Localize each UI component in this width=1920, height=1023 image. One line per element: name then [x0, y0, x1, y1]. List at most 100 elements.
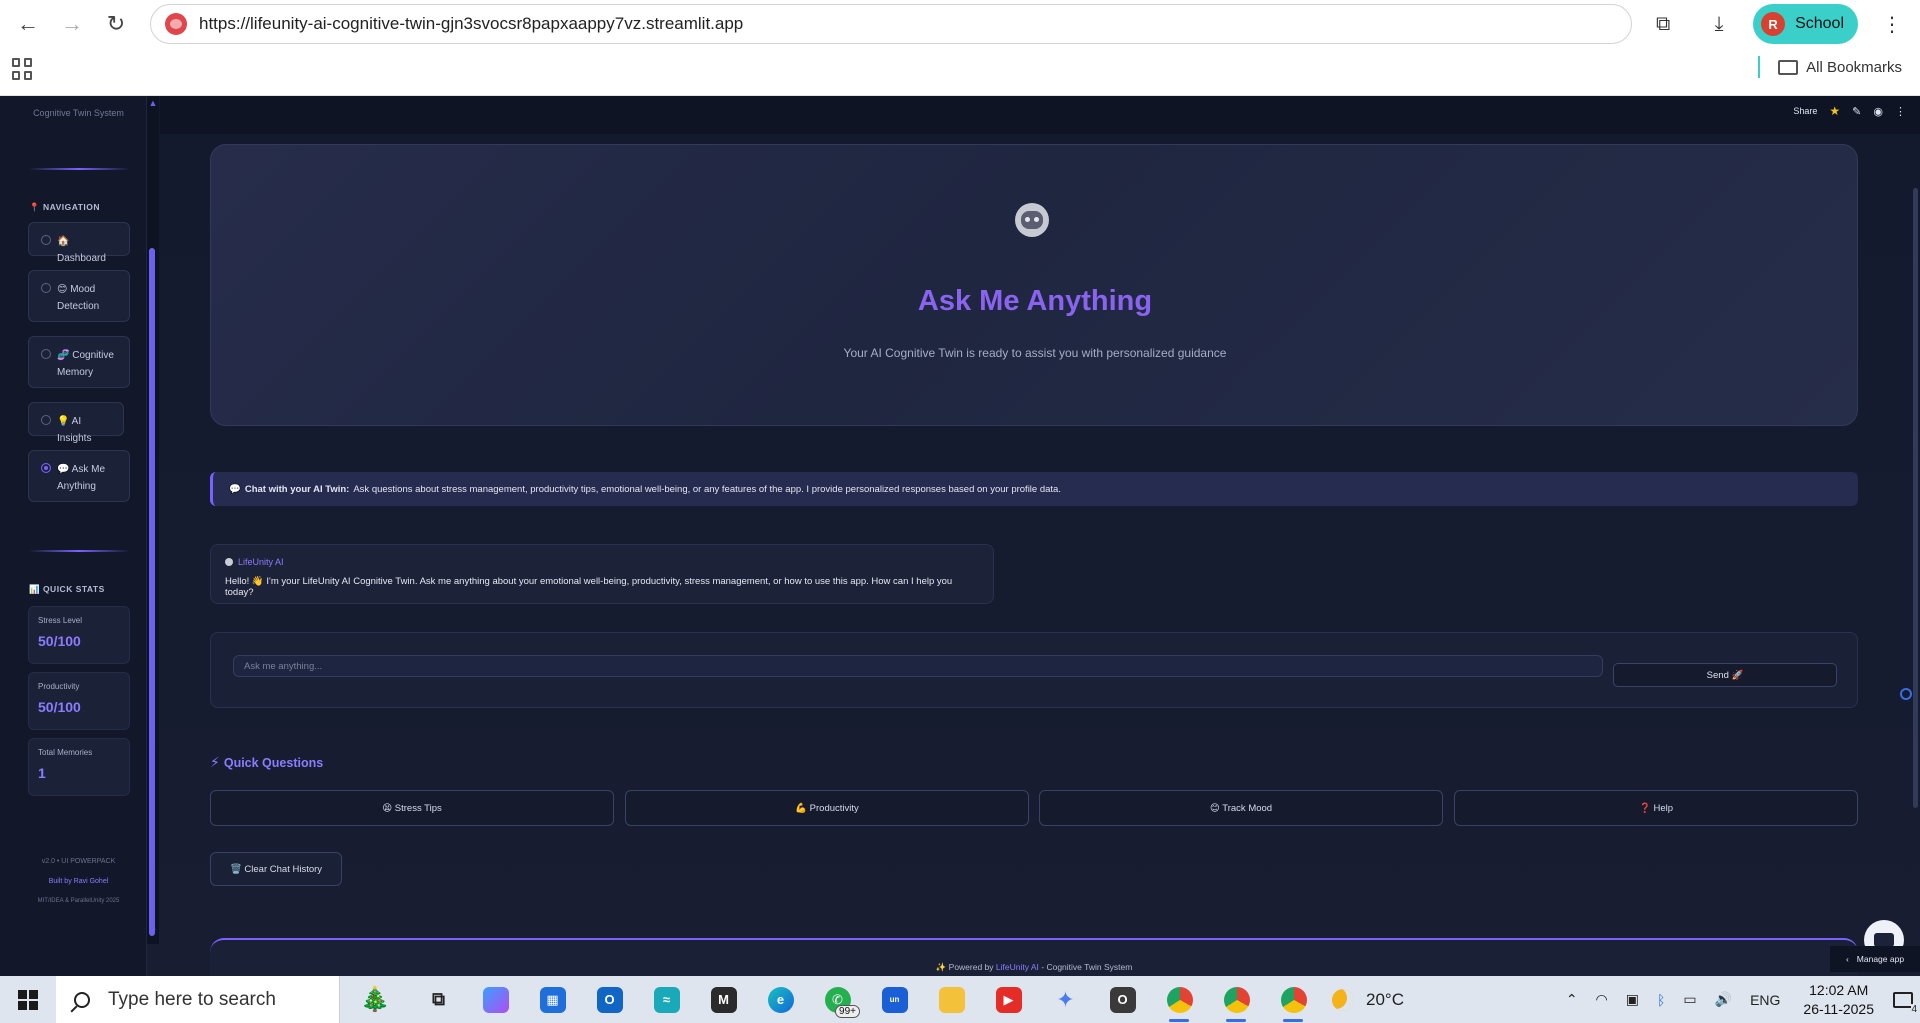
productivity-button[interactable]: 💪 Productivity	[625, 790, 1029, 826]
stress-tips-button[interactable]: 😫 Stress Tips	[210, 790, 614, 826]
sidebar-divider	[28, 550, 130, 552]
reload-icon[interactable]: ↻	[100, 8, 132, 40]
chat-input[interactable]	[233, 655, 1603, 677]
message-sender: LifeUnity AI	[225, 557, 979, 567]
bookmarks-label: All Bookmarks	[1806, 58, 1902, 76]
chrome-work-button[interactable]	[1265, 976, 1322, 1023]
bot-avatar-icon	[225, 558, 233, 566]
copilot-button[interactable]	[467, 976, 524, 1023]
notification-icon	[1893, 991, 1913, 1008]
bluetooth-icon[interactable]: ᛒ	[1657, 992, 1665, 1008]
download-icon[interactable]: ⤓	[1699, 4, 1739, 44]
folder-icon	[938, 986, 965, 1013]
windows-logo-icon	[18, 989, 38, 1010]
meet-now-icon[interactable]: ▣	[1626, 991, 1639, 1008]
share-button[interactable]: Share	[1793, 106, 1817, 116]
sidebar-caption: Cognitive Twin System	[33, 108, 124, 118]
o-app-icon: O	[1109, 986, 1136, 1013]
copilot-icon	[482, 986, 509, 1013]
chat-icon	[1874, 933, 1894, 947]
radio-icon	[41, 283, 51, 293]
gemini-button[interactable]: ✦	[1037, 976, 1094, 1023]
chevron-up-icon[interactable]: ⌃	[1566, 991, 1578, 1008]
notification-badge: 99+	[835, 1005, 860, 1018]
app-wave-button[interactable]: ≈	[638, 976, 695, 1023]
avatar: R	[1761, 12, 1786, 36]
clock[interactable]: 12:02 AM 26-11-2025	[1803, 981, 1874, 1019]
sidebar-item-label: 🧬 Cognitive Memory	[57, 350, 114, 378]
help-button[interactable]: ❓ Help	[1454, 790, 1858, 826]
whatsapp-button[interactable]: ✆ 99+	[809, 976, 866, 1023]
star-icon[interactable]: ★	[1829, 104, 1840, 118]
menu-kebab-icon[interactable]: ⋮	[1872, 4, 1912, 44]
sidebar-scroll-thumb[interactable]	[149, 248, 155, 936]
task-view-button[interactable]: ⧉	[410, 976, 467, 1023]
clear-chat-history-button[interactable]: 🗑️ Clear Chat History	[210, 852, 342, 886]
navigation-heading: 📍 NAVIGATION	[29, 202, 101, 212]
app-m-button[interactable]: M	[695, 976, 752, 1023]
info-banner-text: Ask questions about stress management, p…	[353, 483, 1061, 495]
unstop-button[interactable]: un	[866, 976, 923, 1023]
app-o-button[interactable]: O	[1094, 976, 1151, 1023]
outlook-button[interactable]: O	[581, 976, 638, 1023]
speaker-icon[interactable]: 🔊	[1715, 991, 1732, 1008]
extensions-icon[interactable]: ⧉	[1643, 4, 1683, 44]
battery-icon[interactable]: ▭	[1683, 991, 1696, 1008]
sidebar-divider	[28, 168, 130, 170]
sidebar-item-ask-me-anything[interactable]: 💬 Ask Me Anything	[28, 450, 130, 502]
main-scroll-thumb[interactable]	[1913, 188, 1918, 808]
christmas-tree-icon[interactable]: 🎄	[340, 976, 410, 1023]
stat-value: 50/100	[38, 633, 81, 649]
profile-button[interactable]: R School	[1753, 4, 1858, 44]
chat-bubble-icon: 💬	[229, 483, 241, 495]
address-bar[interactable]: https://lifeunity-ai-cognitive-twin-gjn3…	[150, 4, 1632, 44]
edge-button[interactable]: e	[752, 976, 809, 1023]
menu-kebab-icon[interactable]: ⋮	[1895, 105, 1906, 118]
wifi-icon[interactable]: ◠	[1596, 991, 1608, 1008]
weather-widget[interactable]: 20°C	[1332, 988, 1442, 1011]
footer-brand: LifeUnity AI	[995, 962, 1039, 972]
scroll-up-arrow-icon[interactable]: ▲	[147, 98, 159, 108]
radio-icon	[41, 415, 51, 425]
track-mood-button[interactable]: 😊 Track Mood	[1039, 790, 1443, 826]
page-subtitle: Your AI Cognitive Twin is ready to assis…	[843, 346, 1227, 360]
sidebar-item-cognitive-memory[interactable]: 🧬 Cognitive Memory	[28, 336, 130, 388]
gemini-sparkle-icon: ✦	[1056, 986, 1075, 1012]
footer-suffix: - Cognitive Twin System	[1038, 962, 1133, 972]
sidebar-item-mood-detection[interactable]: 😊 Mood Detection	[28, 270, 130, 322]
unstop-icon: un	[881, 986, 908, 1013]
stat-card-productivity: Productivity 50/100	[28, 672, 130, 730]
sidebar-item-dashboard[interactable]: 🏠 Dashboard	[28, 222, 130, 264]
store-icon: ▦	[539, 986, 566, 1013]
sidebar-copyright: MIT/IDEA & ParallelUnity 2025	[37, 898, 120, 904]
folder-icon	[1778, 59, 1799, 75]
github-icon[interactable]: ◉	[1873, 105, 1883, 118]
manage-app-button[interactable]: ‹ Manage app	[1830, 946, 1920, 972]
notifications-button[interactable]: 4	[1886, 976, 1920, 1023]
file-explorer-button[interactable]	[923, 976, 980, 1023]
url-text: https://lifeunity-ai-cognitive-twin-gjn3…	[199, 14, 744, 33]
forward-arrow-icon[interactable]: →	[56, 8, 88, 40]
sidebar-item-label: 💬 Ask Me Anything	[57, 464, 106, 492]
chevron-left-icon: ‹	[1845, 954, 1849, 964]
edit-pencil-icon[interactable]: ✎	[1852, 105, 1861, 118]
chrome-button[interactable]	[1151, 976, 1208, 1023]
chrome-profile-button[interactable]	[1208, 976, 1265, 1023]
quick-stats-heading: 📊 QUICK STATS	[29, 584, 105, 594]
moon-icon	[1332, 988, 1354, 1011]
all-bookmarks-button[interactable]: All Bookmarks	[1758, 56, 1902, 78]
youtube-button[interactable]: ▶	[980, 976, 1037, 1023]
scroll-down-arrow-icon[interactable]: ▼	[147, 926, 159, 936]
language-indicator[interactable]: ENG	[1750, 992, 1780, 1008]
send-button[interactable]: Send 🚀	[1613, 663, 1837, 687]
app-header: Share ★ ✎ ◉ ⋮	[160, 96, 1920, 134]
back-arrow-icon[interactable]: ←	[12, 8, 44, 40]
apps-grid-icon[interactable]	[12, 58, 34, 80]
footer-text: ✨ Powered by LifeUnity AI - Cognitive Tw…	[210, 962, 1858, 973]
sidebar-item-ai-insights[interactable]: 💡 AI Insights	[28, 402, 124, 444]
page-title: Ask Me Anything	[917, 285, 1153, 317]
taskbar-search[interactable]: Type here to search	[56, 976, 340, 1023]
chrome-icon	[1280, 986, 1307, 1013]
start-button[interactable]	[0, 976, 56, 1023]
store-button[interactable]: ▦	[524, 976, 581, 1023]
